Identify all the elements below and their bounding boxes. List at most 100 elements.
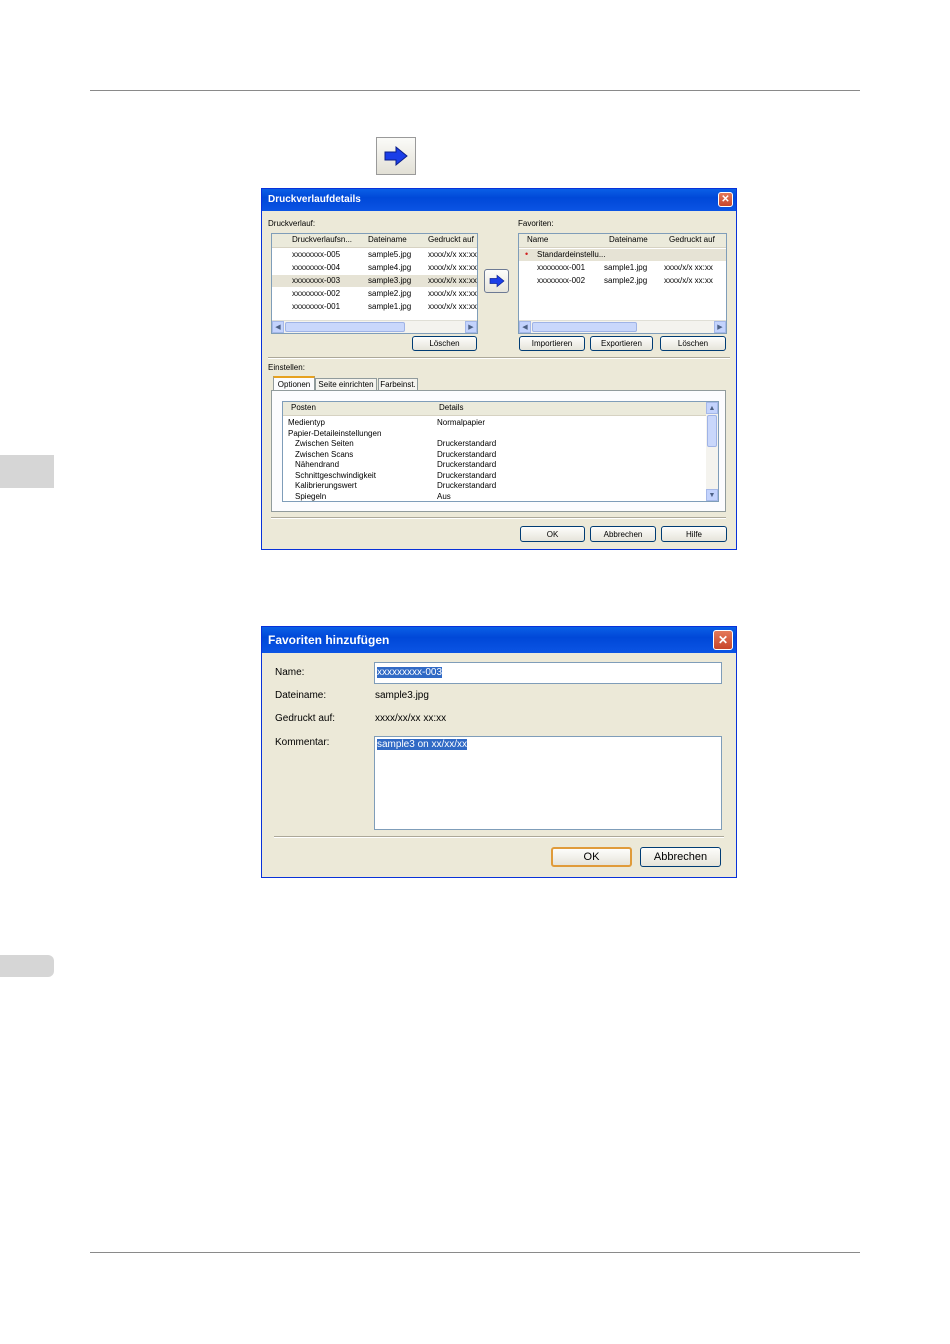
column-header[interactable]: Gedruckt auf [428,235,474,244]
index-tab [0,955,54,977]
setting-detail: Aus [437,492,451,501]
vertical-scrollbar[interactable]: ▲ ▼ [706,402,718,501]
comment-field[interactable]: sample3 on xx/xx/xx [374,736,722,830]
setting-item: Zwischen Seiten [295,439,354,448]
cell-file: sample3.jpg [368,276,412,285]
tab-options[interactable]: Optionen [273,376,315,390]
column-header[interactable]: Details [439,403,463,412]
scroll-thumb[interactable] [285,322,405,332]
column-header[interactable]: Dateiname [368,235,407,244]
list-item-selected[interactable]: • Standardeinstellu... [519,249,726,261]
horizontal-scrollbar[interactable]: ◀ ▶ [519,320,726,333]
close-button[interactable]: ✕ [718,192,733,207]
column-header[interactable]: Gedruckt auf [669,235,715,244]
favorites-delete-button[interactable]: Löschen [660,336,726,351]
scroll-left-icon[interactable]: ◀ [272,321,284,333]
scroll-thumb[interactable] [707,415,717,447]
dialog-titlebar: Favoriten hinzufügen [262,627,736,653]
cell-file: sample1.jpg [368,302,412,311]
chapter-tab [0,455,54,488]
list-item: Spiegeln Aus [283,491,718,501]
file-label: Dateiname: [275,690,327,701]
list-item[interactable]: xxxxxxxx-002 sample2.jpg xxxx/x/x xx:xx [272,288,477,300]
scroll-right-icon[interactable]: ▶ [465,321,477,333]
history-list[interactable]: Druckverlaufsn... Dateiname Gedruckt auf… [271,233,478,334]
close-button[interactable]: ✕ [713,630,733,650]
right-arrow-icon [489,274,505,288]
column-header[interactable]: Dateiname [609,235,648,244]
cell-name: xxxxxxxx-002 [537,276,586,285]
name-value: xxxxxxxxx-003 [377,667,443,678]
cell-date: xxxx/x/x xx:xx [428,302,477,311]
favorites-list[interactable]: Name Dateiname Gedruckt auf • Standardei… [518,233,727,334]
cell-date: xxxx/x/x xx:xx [664,263,713,272]
tab-page-setup[interactable]: Seite einrichten [315,378,377,390]
scroll-right-icon[interactable]: ▶ [714,321,726,333]
column-header[interactable]: Posten [291,403,316,412]
setting-item: Medientyp [288,418,325,427]
close-icon: ✕ [717,633,729,647]
divider [268,357,730,359]
print-history-dialog: Druckverlaufdetails ✕ Druckverlauf: Druc… [261,188,737,550]
history-label: Druckverlauf: [268,219,316,228]
cell-date: xxxx/x/x xx:xx [428,289,477,298]
ok-button[interactable]: OK [551,847,632,867]
cell-name: Standardeinstellu... [537,250,606,259]
setting-item: Papier-Detaileinstellungen [288,429,382,438]
comment-value: sample3 on xx/xx/xx [377,739,468,750]
cell-date: xxxx/x/x xx:xx [428,250,477,259]
cell-file: sample2.jpg [604,276,648,285]
cell-name: xxxxxxxx-005 [292,250,341,259]
scroll-left-icon[interactable]: ◀ [519,321,531,333]
cell-date: xxxx/x/x xx:xx [664,276,713,285]
setting-item: Spiegeln [295,492,327,501]
scroll-thumb[interactable] [532,322,637,332]
setting-detail: Druckerstandard [437,481,497,490]
favorites-list-header: Name Dateiname Gedruckt auf [519,234,726,248]
tab-color-settings[interactable]: Farbeinst. [378,378,418,390]
list-item[interactable]: xxxxxxxx-001 sample1.jpg xxxx/x/x xx:xx [519,262,726,274]
history-delete-button[interactable]: Löschen [412,336,477,351]
divider [274,836,724,838]
setting-item: Schnittgeschwindigkeit [295,471,376,480]
printed-value: xxxx/xx/xx xx:xx [375,713,447,724]
cell-date: xxxx/x/x xx:xx [428,263,477,272]
name-field[interactable]: xxxxxxxxx-003 [374,662,722,684]
list-item[interactable]: xxxxxxxx-001 sample1.jpg xxxx/x/x xx:xx [272,301,477,313]
list-item[interactable]: xxxxxxxx-004 sample4.jpg xxxx/x/x xx:xx [272,262,477,274]
column-header[interactable]: Druckverlaufsn... [292,235,352,244]
settings-list[interactable]: Posten Details Medientyp Normalpapier Pa… [282,401,719,502]
cell-date: xxxx/x/x xx:xx [428,276,477,285]
cancel-button[interactable]: Abbrechen [590,526,656,542]
export-button[interactable]: Exportieren [590,336,653,351]
setting-detail: Druckerstandard [437,460,497,469]
column-header[interactable]: Name [527,235,548,244]
add-to-favorites-button[interactable] [484,269,509,293]
cell-name: xxxxxxxx-001 [292,302,341,311]
list-item[interactable]: xxxxxxxx-005 sample5.jpg xxxx/x/x xx:xx [272,249,477,261]
scroll-up-icon[interactable]: ▲ [706,402,718,414]
add-to-favorites-button[interactable] [376,137,416,175]
settings-label: Einstellen: [268,363,305,372]
right-arrow-icon [384,145,408,167]
divider [271,517,726,519]
name-label: Name: [275,667,305,678]
ok-button[interactable]: OK [520,526,585,542]
setting-detail: Normalpapier [437,418,486,427]
import-button[interactable]: Importieren [519,336,585,351]
cancel-button[interactable]: Abbrechen [640,847,721,867]
cell-name: xxxxxxxx-002 [292,289,341,298]
cell-file: sample2.jpg [368,289,412,298]
list-item-selected[interactable]: xxxxxxxx-003 sample3.jpg xxxx/x/x xx:xx [272,275,477,287]
help-button[interactable]: Hilfe [661,526,727,542]
favorites-label: Favoriten: [518,219,554,228]
add-favorite-dialog: Favoriten hinzufügen ✕ Name: xxxxxxxxx-0… [261,626,737,878]
default-dot-icon: • [525,249,529,259]
list-item[interactable]: xxxxxxxx-002 sample2.jpg xxxx/x/x xx:xx [519,275,726,287]
cell-name: xxxxxxxx-003 [292,276,341,285]
horizontal-scrollbar[interactable]: ◀ ▶ [272,320,477,333]
list-item: Zwischen Seiten Druckerstandard [283,438,718,449]
scroll-down-icon[interactable]: ▼ [706,489,718,501]
settings-list-header: Posten Details [283,402,718,416]
top-rule [90,90,860,91]
